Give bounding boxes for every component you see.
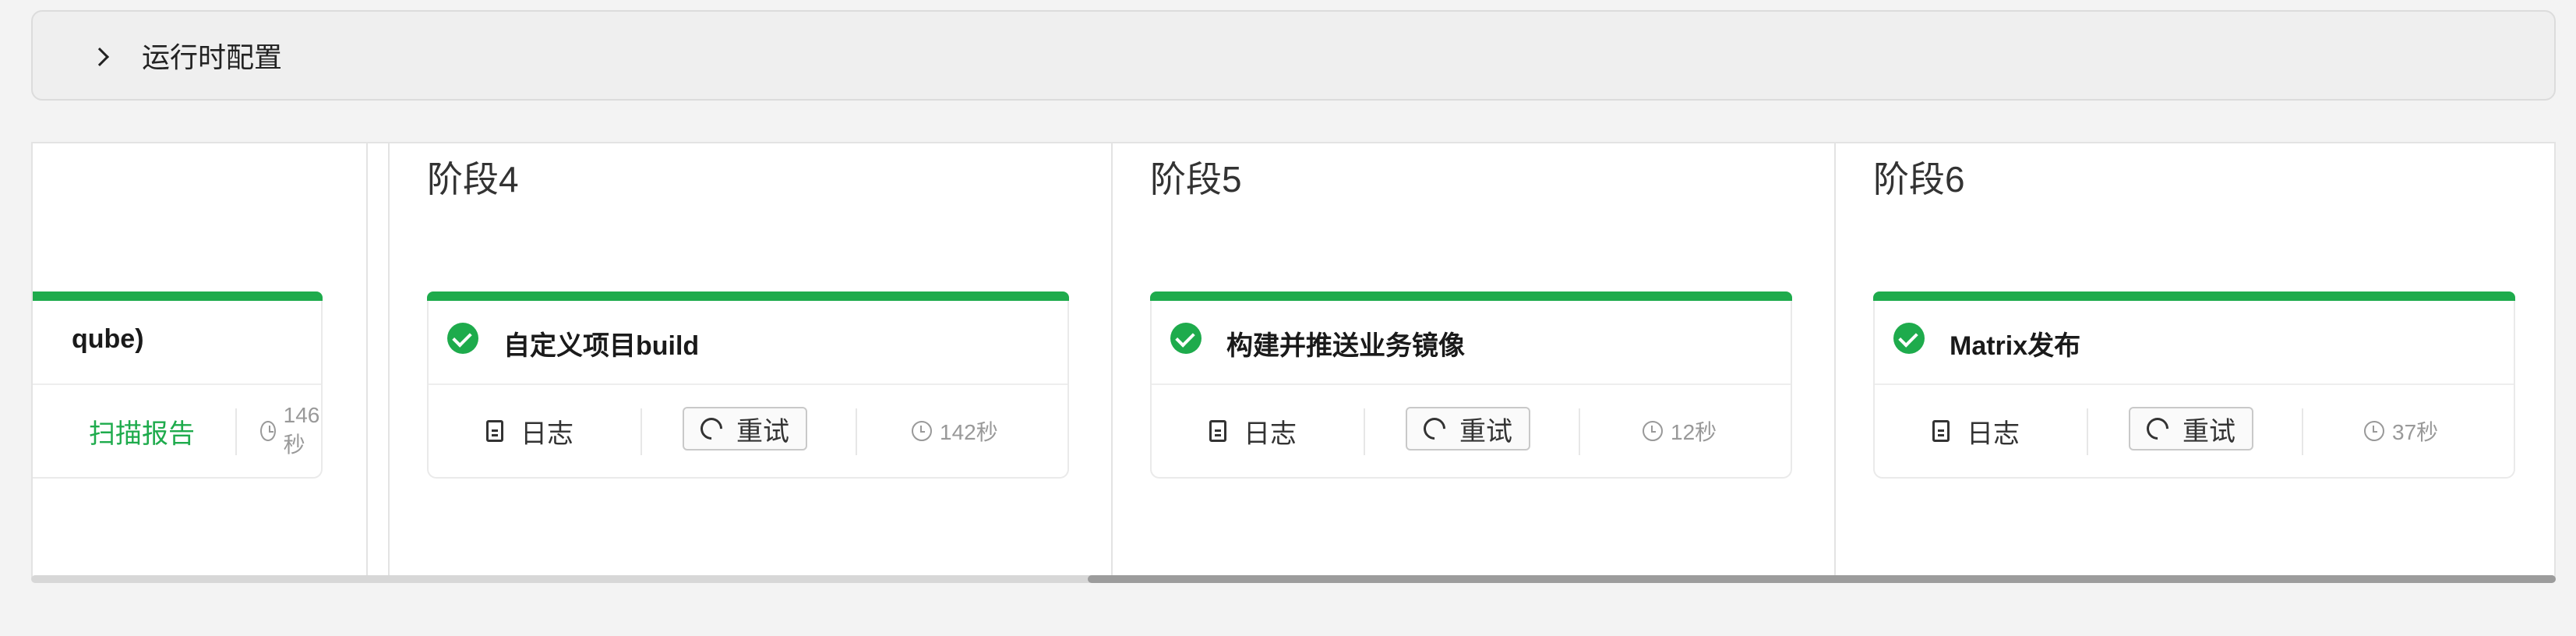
runtime-config-collapse[interactable]: 运行时配置	[31, 10, 2556, 101]
log-label: 日志	[520, 419, 573, 449]
status-bar	[33, 292, 323, 301]
job-name[interactable]: qube)	[72, 324, 144, 355]
status-bar	[1873, 292, 2515, 301]
file-text-icon	[1209, 420, 1226, 442]
duration: 37秒	[2364, 385, 2438, 477]
log-label: 日志	[1244, 419, 1297, 449]
status-bar	[1150, 292, 1792, 301]
job-card[interactable]: qube) 扫描报告 146秒	[33, 292, 323, 479]
divider	[1579, 408, 1580, 455]
retry-button[interactable]: 重试	[2129, 407, 2253, 450]
job-card[interactable]: 构建并推送业务镜像 日志 重试 12秒	[1150, 292, 1792, 479]
file-text-icon	[1932, 420, 1950, 442]
retry-label: 重试	[2183, 416, 2235, 447]
divider	[1364, 408, 1365, 455]
pipeline-board: qube) 扫描报告 146秒 阶段4 自定义项目build 日志 重试 142…	[31, 142, 2556, 578]
job-card[interactable]: 自定义项目build 日志 重试 142秒	[427, 292, 1069, 479]
log-button[interactable]: 日志	[1932, 385, 2020, 477]
check-circle-icon	[447, 323, 478, 354]
job-actions: 日志 重试 12秒	[1152, 385, 1791, 477]
check-circle-icon	[1170, 323, 1202, 354]
log-button[interactable]: 日志	[486, 385, 573, 477]
report-label[interactable]: 扫描报告	[89, 412, 195, 450]
divider	[640, 408, 642, 455]
clock-icon	[912, 421, 932, 441]
duration-text: 142秒	[940, 420, 998, 444]
log-button[interactable]: 日志	[1209, 385, 1297, 477]
stage-4: 阶段4 自定义项目build 日志 重试 142秒	[388, 143, 1111, 577]
job-name[interactable]: Matrix发布	[1950, 324, 2080, 362]
retry-label: 重试	[736, 416, 789, 447]
stage-title: 阶段4	[427, 159, 519, 200]
duration-text: 146秒	[283, 403, 320, 457]
status-bar	[427, 292, 1069, 301]
stage-title: 阶段5	[1150, 159, 1242, 200]
stage-partial: qube) 扫描报告 146秒	[33, 143, 368, 577]
runtime-config-label: 运行时配置	[142, 41, 283, 73]
clock-icon	[260, 421, 276, 441]
job-name[interactable]: 自定义项目build	[503, 324, 699, 362]
file-text-icon	[486, 420, 503, 442]
divider	[235, 408, 237, 455]
horizontal-scrollbar-thumb[interactable]	[1088, 575, 2556, 583]
check-circle-icon	[1893, 323, 1925, 354]
chevron-right-icon[interactable]	[90, 47, 110, 67]
duration-text: 37秒	[2392, 420, 2439, 444]
divider	[2302, 408, 2303, 455]
job-actions: 日志 重试 37秒	[1875, 385, 2514, 477]
job-name[interactable]: 构建并推送业务镜像	[1226, 324, 1465, 362]
stage-6: 阶段6 Matrix发布 日志 重试 37秒	[1834, 143, 2554, 577]
job-actions: 日志 重试 142秒	[429, 385, 1067, 477]
stage-5: 阶段5 构建并推送业务镜像 日志 重试 12秒	[1111, 143, 1834, 577]
duration: 142秒	[912, 385, 998, 477]
log-label: 日志	[1967, 419, 2020, 449]
stage-title: 阶段6	[1873, 159, 1965, 200]
retry-button[interactable]: 重试	[1406, 407, 1530, 450]
divider	[856, 408, 857, 455]
retry-button[interactable]: 重试	[683, 407, 807, 450]
refresh-icon	[2142, 413, 2173, 444]
clock-icon	[2364, 421, 2384, 441]
duration-text: 12秒	[1671, 420, 1717, 444]
clock-icon	[1643, 421, 1663, 441]
job-actions: 扫描报告 146秒	[33, 385, 321, 477]
refresh-icon	[1419, 413, 1450, 444]
job-card[interactable]: Matrix发布 日志 重试 37秒	[1873, 292, 2515, 479]
duration: 146秒	[260, 385, 325, 477]
divider	[2087, 408, 2088, 455]
refresh-icon	[696, 413, 727, 444]
retry-label: 重试	[1459, 416, 1512, 447]
duration: 12秒	[1643, 385, 1717, 477]
report-link[interactable]: 扫描报告	[89, 385, 195, 477]
